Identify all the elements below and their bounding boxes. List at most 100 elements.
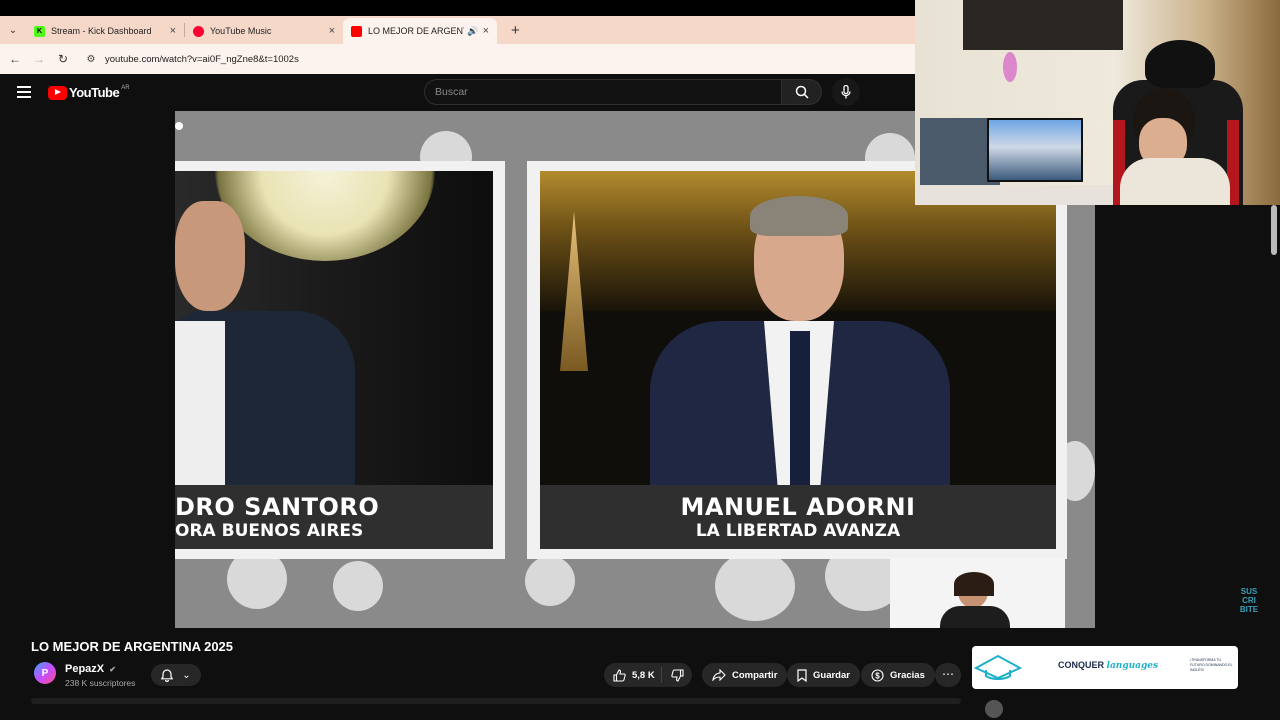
menu-hamburger-icon[interactable] <box>17 86 31 101</box>
streamer-shirt <box>1120 158 1230 205</box>
search-button[interactable] <box>782 79 822 105</box>
ad-tagline: ¡TRANSFORMA TU FUTURO DOMINANDO EL INGLÉ… <box>1190 658 1233 672</box>
interpreter-hair <box>954 572 994 596</box>
background-bubble <box>715 551 795 621</box>
tab-search-chevron-icon[interactable]: ⌄ <box>0 16 26 44</box>
country-code: AR <box>121 84 130 91</box>
share-icon <box>712 669 726 681</box>
youtube-music-favicon-icon <box>193 25 204 37</box>
more-actions-button[interactable]: ⋯ <box>935 663 961 687</box>
close-tab-icon[interactable]: × <box>329 25 335 37</box>
wall-shelf <box>963 0 1123 50</box>
like-count: 5,8 K <box>632 669 655 681</box>
tab-kick-dashboard[interactable]: K Stream - Kick Dashboard × <box>26 18 184 44</box>
youtube-play-icon <box>48 85 67 100</box>
forward-arrow-icon[interactable]: → <box>27 52 51 66</box>
right-candidate-hair <box>750 196 848 236</box>
candidate-name: MANUEL ADORNI <box>680 493 916 521</box>
super-thanks-icon: $ <box>871 668 884 682</box>
left-candidate-shirt <box>175 321 225 485</box>
candidate-party: ORA BUENOS AIRES <box>175 521 364 541</box>
notifications-button[interactable]: ⌄ <box>151 664 201 686</box>
search-placeholder: Buscar <box>435 86 468 98</box>
search-icon <box>795 85 809 99</box>
video-title: LO MEJOR DE ARGENTINA 2025 <box>31 639 234 654</box>
headphones-on-stand <box>1145 40 1215 88</box>
reload-icon[interactable]: ↻ <box>51 52 75 66</box>
save-button[interactable]: Guardar <box>787 663 860 687</box>
ad-brand-main: CONQUER <box>1058 660 1105 670</box>
url-text: youtube.com/watch?v=ai0F_ngZne8&t=1002s <box>105 53 299 65</box>
pink-balloon <box>1003 52 1017 82</box>
conquer-languages-logo-icon <box>974 654 1023 680</box>
close-tab-icon[interactable]: × <box>483 25 489 37</box>
youtube-favicon-icon <box>351 25 362 37</box>
speaker-icon[interactable]: 🔊 <box>467 26 478 37</box>
channel-avatar[interactable]: P <box>34 662 56 684</box>
save-label: Guardar <box>813 669 850 681</box>
kick-favicon-icon: K <box>34 25 45 37</box>
watch-metadata: LO MEJOR DE ARGENTINA 2025 P PepazX ✔ 23… <box>0 628 1280 720</box>
desk <box>915 185 1115 205</box>
tab-label: Stream - Kick Dashboard <box>51 26 152 36</box>
right-candidate-image <box>540 171 1056 485</box>
left-candidate-face <box>175 201 245 311</box>
comment-avatar <box>985 700 1003 718</box>
like-button[interactable]: 5,8 K <box>604 667 662 683</box>
candidate-name: DRO SANTORO <box>175 493 380 521</box>
thumbs-up-icon <box>613 668 626 682</box>
youtube-logo[interactable]: YouTube AR <box>48 85 130 100</box>
url-field[interactable]: ⚙ youtube.com/watch?v=ai0F_ngZne8&t=1002… <box>81 48 901 70</box>
subscriber-count: 238 K suscriptores <box>65 678 136 688</box>
left-candidate-image <box>175 171 493 485</box>
monitor-screen <box>987 118 1083 182</box>
like-dislike-group: 5,8 K <box>604 663 692 687</box>
dislike-button[interactable] <box>662 668 692 682</box>
right-candidate-tie <box>790 331 810 485</box>
channel-name-text: PepazX <box>65 663 105 675</box>
bookmark-icon <box>797 668 807 682</box>
share-button[interactable]: Compartir <box>702 663 788 687</box>
browser-tab-bar: ⌄ K Stream - Kick Dashboard × YouTube Mu… <box>0 16 915 44</box>
recommendations-sidebar <box>1095 205 1280 628</box>
page-scrollbar[interactable] <box>1271 205 1277 255</box>
site-info-icon[interactable]: ⚙ <box>81 54 101 65</box>
svg-text:$: $ <box>875 671 880 680</box>
right-candidate-caption: MANUEL ADORNI LA LIBERTAD AVANZA <box>540 485 1056 549</box>
clock-decoration <box>215 171 435 261</box>
ad-brand: CONQUER languages <box>1058 660 1158 671</box>
microphone-icon <box>841 85 851 99</box>
thanks-button[interactable]: $ Gracias <box>861 663 935 687</box>
new-tab-plus-icon[interactable]: + <box>511 22 520 39</box>
progress-scrubber-dot[interactable] <box>175 122 183 130</box>
thumbs-down-icon <box>670 668 684 682</box>
tab-label: LO MEJOR DE ARGENTINA <box>368 26 464 36</box>
browser-address-bar: ← → ↻ ⚙ youtube.com/watch?v=ai0F_ngZne8&… <box>0 44 915 74</box>
background-bubble <box>333 561 383 611</box>
more-dots-icon: ⋯ <box>942 667 954 681</box>
voice-search-button[interactable] <box>832 78 860 106</box>
bell-icon <box>161 668 174 682</box>
background-bubble <box>525 556 575 606</box>
logo-text: YouTube <box>69 85 120 100</box>
share-label: Compartir <box>732 669 778 681</box>
chevron-down-icon: ⌄ <box>182 669 191 681</box>
back-arrow-icon[interactable]: ← <box>3 52 27 66</box>
verified-icon: ✔ <box>109 665 116 674</box>
streamer-webcam-overlay <box>915 0 1280 205</box>
channel-name[interactable]: PepazX ✔ <box>65 663 116 675</box>
sign-language-interpreter <box>890 558 1065 628</box>
ad-brand-sub: languages <box>1106 661 1159 671</box>
interpreter-body <box>940 606 1010 628</box>
left-candidate-caption: DRO SANTORO ORA BUENOS AIRES <box>175 485 493 549</box>
subscribe-badge: SUS CRI BITE <box>1239 587 1259 614</box>
search-input[interactable]: Buscar <box>424 79 782 105</box>
tab-label: YouTube Music <box>210 26 272 36</box>
description-box-edge <box>31 698 961 704</box>
tab-youtube-music[interactable]: YouTube Music × <box>185 18 343 44</box>
candidate-party: LA LIBERTAD AVANZA <box>695 521 901 541</box>
close-tab-icon[interactable]: × <box>170 25 176 37</box>
sponsored-ad-banner[interactable]: CONQUER languages ¡TRANSFORMA TU FUTURO … <box>972 646 1238 689</box>
thanks-label: Gracias <box>890 669 925 681</box>
tab-lo-mejor-de-argentina[interactable]: LO MEJOR DE ARGENTINA 🔊 × <box>343 18 497 44</box>
